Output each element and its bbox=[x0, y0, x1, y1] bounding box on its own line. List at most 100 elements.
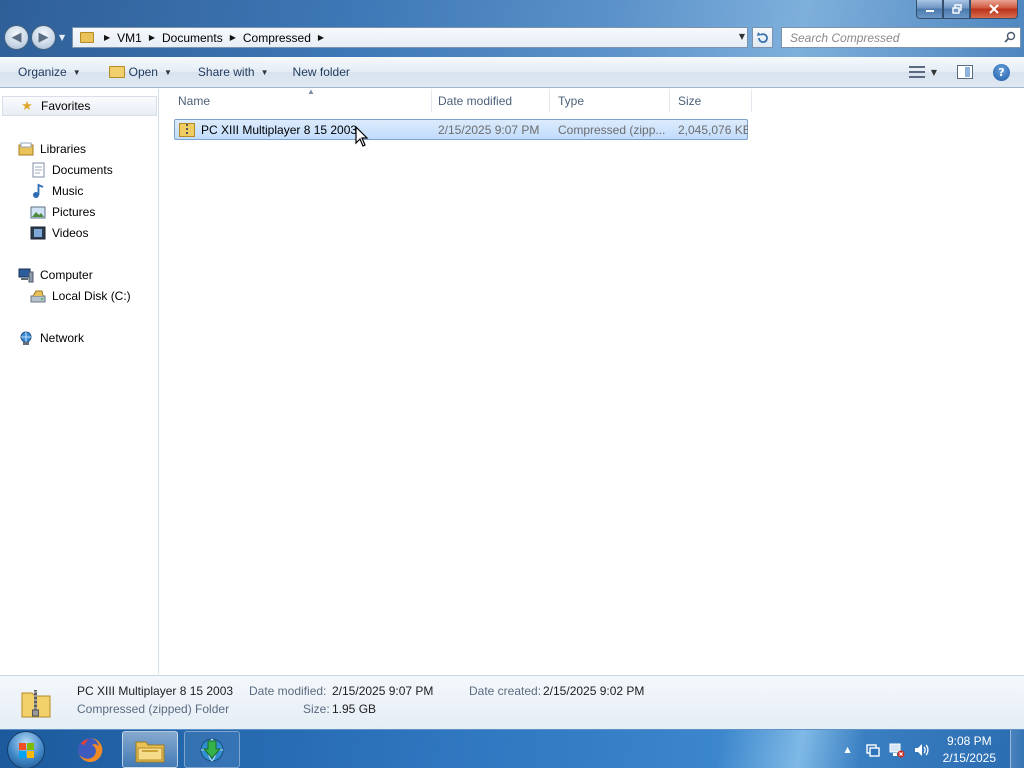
open-button[interactable]: Open ▼ bbox=[103, 60, 178, 84]
preview-pane-icon[interactable] bbox=[957, 65, 973, 79]
column-header-size[interactable]: Size bbox=[670, 89, 752, 112]
action-center-icon[interactable] bbox=[865, 742, 881, 758]
details-file-kind: Compressed (zipped) Folder bbox=[77, 702, 230, 716]
details-date-modified-label: Date modified: bbox=[249, 684, 327, 698]
minimize-icon bbox=[925, 10, 934, 12]
file-row[interactable]: PC XIII Multiplayer 8 15 2003 2/15/2025 … bbox=[174, 119, 748, 140]
firefox-icon bbox=[78, 737, 103, 762]
start-button[interactable] bbox=[4, 730, 48, 768]
forward-button[interactable]: ▶ bbox=[31, 25, 56, 50]
computer-icon bbox=[18, 268, 34, 283]
file-size: 2,045,076 KB bbox=[678, 122, 748, 137]
help-icon[interactable]: ? bbox=[993, 63, 1010, 81]
details-size-label: Size: bbox=[303, 702, 330, 716]
file-name-cell: PC XIII Multiplayer 8 15 2003 bbox=[175, 120, 431, 139]
show-hidden-icons-icon[interactable]: ▲ bbox=[844, 745, 850, 754]
search-icon[interactable] bbox=[1004, 31, 1016, 43]
organize-button[interactable]: Organize ▼ bbox=[12, 60, 87, 84]
address-bar[interactable]: ▶ VM1 ▶ Documents ▶ Compressed ▶ ▼ bbox=[72, 27, 748, 48]
breadcrumb-documents[interactable]: Documents ▶ bbox=[162, 31, 243, 45]
mouse-pointer-icon bbox=[355, 126, 369, 147]
details-date-modified: 2/15/2025 9:07 PM bbox=[332, 684, 434, 698]
sidebar-item-label: Libraries bbox=[40, 142, 87, 156]
taskbar-internet-download-manager[interactable] bbox=[184, 731, 240, 768]
change-view-icon[interactable] bbox=[908, 66, 925, 78]
volume-icon[interactable] bbox=[913, 742, 929, 758]
close-icon bbox=[989, 4, 999, 14]
details-size: 1.95 GB bbox=[332, 702, 377, 716]
sidebar-item-pictures[interactable]: Pictures bbox=[30, 202, 95, 222]
network-disconnected-icon[interactable] bbox=[889, 742, 905, 758]
details-date-created-label: Date created: bbox=[469, 684, 542, 698]
minimize-button[interactable] bbox=[916, 0, 943, 19]
new-folder-label: New folder bbox=[292, 65, 350, 79]
close-button[interactable] bbox=[970, 0, 1018, 19]
restore-button[interactable] bbox=[943, 0, 970, 19]
recent-pages-dropdown-icon[interactable]: ▼ bbox=[59, 33, 65, 42]
sidebar-item-label: Music bbox=[52, 184, 84, 198]
show-desktop-button[interactable] bbox=[1010, 730, 1024, 768]
clock[interactable]: 9:08 PM 2/15/2025 bbox=[943, 733, 996, 767]
address-history-dropdown-icon[interactable]: ▼ bbox=[739, 32, 745, 41]
details-date-created: 2/15/2025 9:02 PM bbox=[543, 684, 645, 698]
chevron-down-icon: ▼ bbox=[72, 67, 81, 77]
chevron-down-icon: ▼ bbox=[163, 67, 172, 77]
libraries-icon bbox=[18, 142, 34, 156]
column-header-name[interactable]: Name ▲ bbox=[170, 87, 432, 112]
sidebar-item-music[interactable]: Music bbox=[30, 181, 83, 201]
taskbar-firefox[interactable] bbox=[62, 731, 118, 768]
restore-icon bbox=[951, 4, 962, 14]
sidebar-item-videos[interactable]: Videos bbox=[30, 223, 88, 243]
window-controls bbox=[916, 0, 1018, 19]
sort-ascending-icon: ▲ bbox=[307, 87, 315, 96]
new-folder-button[interactable]: New folder bbox=[287, 60, 356, 84]
taskbar: ▲ 9:08 PM 2/15/2025 bbox=[0, 729, 1024, 768]
column-label: Date modified bbox=[438, 93, 513, 108]
windows-logo-icon bbox=[7, 730, 45, 768]
network-icon bbox=[20, 331, 32, 345]
taskbar-windows-explorer[interactable] bbox=[122, 731, 178, 768]
system-tray: ▲ 9:08 PM 2/15/2025 bbox=[844, 730, 1024, 768]
internet-download-manager-icon bbox=[200, 738, 224, 761]
file-type: Compressed (zipp... bbox=[558, 122, 666, 137]
column-header-type[interactable]: Type bbox=[550, 89, 670, 112]
sidebar-item-favorites[interactable]: ★ Favorites bbox=[2, 96, 157, 116]
videos-icon bbox=[30, 226, 46, 240]
sidebar-item-label: Pictures bbox=[52, 205, 96, 219]
back-button[interactable]: ◀ bbox=[4, 25, 29, 50]
sidebar-item-label: Local Disk (C:) bbox=[52, 289, 131, 303]
view-controls: ▼ ? bbox=[908, 60, 1024, 84]
share-with-label: Share with bbox=[197, 65, 255, 79]
file-name: PC XIII Multiplayer 8 15 2003 bbox=[201, 122, 358, 137]
refresh-button[interactable] bbox=[752, 27, 773, 48]
hard-drive-icon bbox=[30, 290, 46, 303]
window-title-bar: ◀ ▶ ▼ ▶ VM1 ▶ Documents ▶ Compressed ▶ ▼ bbox=[0, 0, 1024, 57]
breadcrumb-compressed[interactable]: Compressed ▶ bbox=[243, 31, 331, 45]
navigation-buttons: ◀ ▶ ▼ bbox=[4, 25, 65, 50]
column-header-date-modified[interactable]: Date modified bbox=[430, 89, 550, 112]
sidebar-item-computer[interactable]: Computer bbox=[18, 265, 93, 285]
sidebar-item-network[interactable]: Network bbox=[18, 328, 84, 348]
column-label: Name bbox=[178, 93, 211, 108]
column-headers: Name ▲ Date modified Type Size bbox=[160, 87, 1024, 112]
search-input[interactable] bbox=[790, 30, 1000, 45]
back-arrow-icon: ◀ bbox=[11, 30, 22, 45]
share-with-button[interactable]: Share with ▼ bbox=[192, 60, 275, 84]
column-label: Size bbox=[678, 93, 702, 108]
sidebar-item-libraries[interactable]: Libraries bbox=[18, 139, 86, 159]
zipped-folder-icon bbox=[21, 690, 51, 718]
sidebar-item-local-disk[interactable]: Local Disk (C:) bbox=[30, 286, 131, 306]
breadcrumb-vm1[interactable]: VM1 ▶ bbox=[117, 31, 162, 45]
sidebar-item-documents[interactable]: Documents bbox=[30, 160, 113, 180]
windows-explorer-icon bbox=[135, 741, 165, 762]
search-box[interactable] bbox=[781, 27, 1021, 48]
column-label: Type bbox=[558, 93, 585, 108]
more-options-dropdown-icon[interactable]: ▼ bbox=[931, 68, 937, 77]
open-label: Open bbox=[128, 65, 158, 79]
clock-date: 2/15/2025 bbox=[942, 750, 996, 765]
breadcrumb-root-arrow[interactable]: ▶ bbox=[100, 33, 117, 42]
pictures-icon bbox=[30, 206, 46, 219]
sidebar-item-label: Favorites bbox=[41, 99, 91, 113]
navigation-pane: ★ Favorites Libraries Documents Music Pi… bbox=[0, 89, 159, 674]
details-pane: PC XIII Multiplayer 8 15 2003 Compressed… bbox=[0, 675, 1024, 729]
